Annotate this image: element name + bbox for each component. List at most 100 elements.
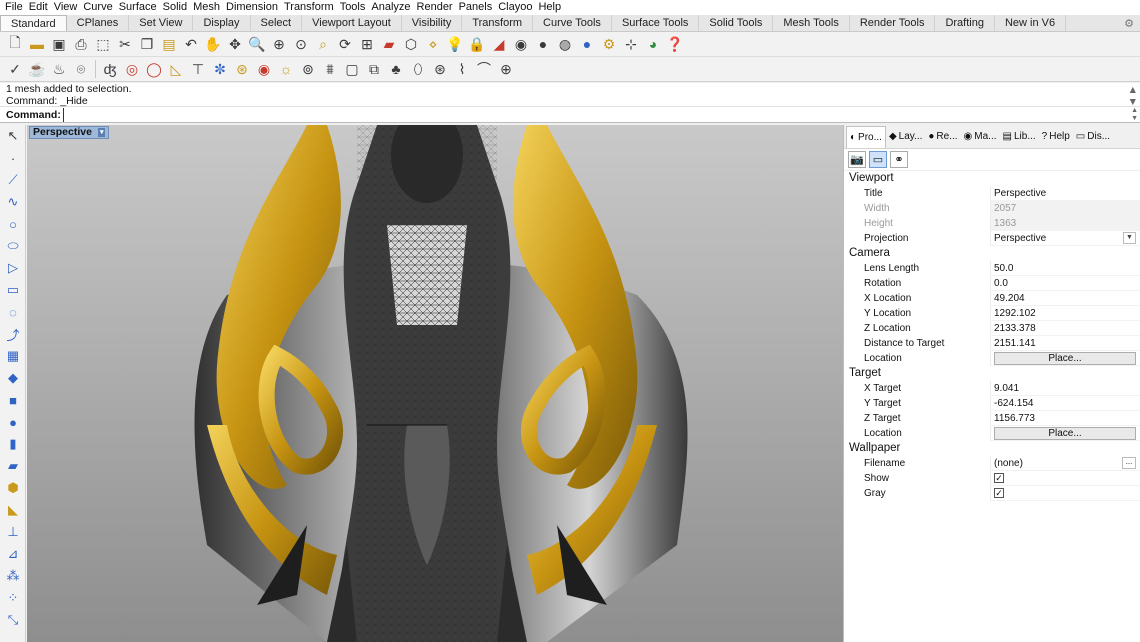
- lens-length-field[interactable]: 50.0: [990, 261, 1140, 276]
- rotate-view-icon[interactable]: ⟳: [334, 33, 356, 55]
- import-icon[interactable]: ⬚: [92, 33, 114, 55]
- history-scroll-up-icon[interactable]: ▲: [1128, 84, 1138, 96]
- tab-render-tools[interactable]: Render Tools: [850, 15, 936, 31]
- show-checkbox[interactable]: ✓: [994, 473, 1004, 483]
- tab-help[interactable]: ? Help: [1039, 131, 1073, 142]
- tab-materials[interactable]: ◉ Ma...: [961, 131, 1000, 142]
- viewport-title-tab[interactable]: Perspective ▾: [29, 126, 110, 139]
- polygon-icon[interactable]: ▷: [1, 257, 25, 279]
- tab-select[interactable]: Select: [251, 15, 303, 31]
- circle-icon[interactable]: ○: [1, 213, 25, 235]
- save-icon[interactable]: ▣: [48, 33, 70, 55]
- box-icon[interactable]: ▢: [341, 58, 363, 80]
- cut-icon[interactable]: ✂: [114, 33, 136, 55]
- layer-color-icon[interactable]: ◢: [488, 33, 510, 55]
- zoom-icon[interactable]: 🔍: [246, 33, 268, 55]
- tab-transform[interactable]: Transform: [462, 15, 534, 31]
- pipe-icon[interactable]: ⊚: [297, 58, 319, 80]
- zoom-selected-icon[interactable]: ⌕: [312, 33, 334, 55]
- gear-icon[interactable]: ⚙: [1124, 17, 1134, 30]
- menu-surface[interactable]: Surface: [116, 0, 160, 15]
- surface-icon[interactable]: ▦: [1, 345, 25, 367]
- cylinder-solid-icon[interactable]: ▮: [1, 433, 25, 455]
- pan-hand-icon[interactable]: ✋: [202, 33, 224, 55]
- car-icon[interactable]: ▰: [378, 33, 400, 55]
- plant-icon[interactable]: ♣: [385, 58, 407, 80]
- move-view-icon[interactable]: ✥: [224, 33, 246, 55]
- point-icon[interactable]: ·: [1, 147, 25, 169]
- command-scroll-up-icon[interactable]: ▲: [1131, 107, 1138, 115]
- select-icon[interactable]: ⬡: [400, 33, 422, 55]
- chrome-sphere-icon[interactable]: ◍: [554, 33, 576, 55]
- target-ring-icon[interactable]: ◉: [253, 58, 275, 80]
- sun-icon[interactable]: ☼: [275, 58, 297, 80]
- viewport-rect-icon[interactable]: ▭: [869, 151, 887, 168]
- new-file-icon[interactable]: 🗋: [4, 33, 26, 55]
- command-scroll-down-icon[interactable]: ▼: [1131, 115, 1138, 123]
- menu-tools[interactable]: Tools: [337, 0, 369, 15]
- filename-field[interactable]: (none)...: [990, 456, 1140, 471]
- menu-help[interactable]: Help: [535, 0, 564, 15]
- blue-sphere-icon[interactable]: ●: [576, 33, 598, 55]
- object-properties-icon[interactable]: ⚭: [890, 151, 908, 168]
- group-icon[interactable]: ⁂: [1, 565, 25, 587]
- strands-icon[interactable]: ⌇: [451, 58, 473, 80]
- curve-fillet-icon[interactable]: ⤴: [1, 323, 25, 345]
- x-location-field[interactable]: 49.204: [990, 291, 1140, 306]
- arc-tool-icon[interactable]: ◌: [1, 301, 25, 323]
- y-location-field[interactable]: 1292.102: [990, 306, 1140, 321]
- box-solid-icon[interactable]: ■: [1, 389, 25, 411]
- copy-icon[interactable]: ❐: [136, 33, 158, 55]
- gray-checkbox[interactable]: ✓: [994, 488, 1004, 498]
- teapot-icon[interactable]: ☕: [26, 58, 48, 80]
- ring-icon[interactable]: ◎: [121, 58, 143, 80]
- z-location-field[interactable]: 2133.378: [990, 321, 1140, 336]
- camera-place-button[interactable]: Place...: [994, 352, 1136, 365]
- color-wheel-icon[interactable]: ◉: [510, 33, 532, 55]
- chevron-down-icon[interactable]: ▼: [1123, 232, 1136, 244]
- print-icon[interactable]: ⎙: [70, 33, 92, 55]
- tab-mesh-tools[interactable]: Mesh Tools: [773, 15, 850, 31]
- menu-curve[interactable]: Curve: [80, 0, 115, 15]
- mesh-check-icon[interactable]: ⌾: [70, 58, 92, 80]
- fillet-edge-icon[interactable]: ◣: [1, 499, 25, 521]
- triangle-ruler-icon[interactable]: ◺: [165, 58, 187, 80]
- x-target-field[interactable]: 9.041: [990, 381, 1140, 396]
- mesh-plane-icon[interactable]: ▰: [1, 455, 25, 477]
- array-icon[interactable]: ⁘: [1, 587, 25, 609]
- snowflake-icon[interactable]: ✼: [209, 58, 231, 80]
- grid-options-icon[interactable]: ⊹: [620, 33, 642, 55]
- extrude-icon[interactable]: ◆: [1, 367, 25, 389]
- tab-display-panel[interactable]: ▭ Dis...: [1073, 131, 1113, 142]
- tab-display[interactable]: Display: [193, 15, 251, 31]
- tab-set-view[interactable]: Set View: [129, 15, 194, 31]
- globe-icon[interactable]: ◕: [642, 33, 664, 55]
- open-folder-icon[interactable]: ▬: [26, 33, 48, 55]
- zoom-extents-icon[interactable]: ⊙: [290, 33, 312, 55]
- menu-mesh[interactable]: Mesh: [190, 0, 223, 15]
- leaf-icon[interactable]: ⬯: [407, 58, 429, 80]
- menu-analyze[interactable]: Analyze: [368, 0, 413, 15]
- menu-file[interactable]: File: [2, 0, 26, 15]
- menu-edit[interactable]: Edit: [26, 0, 51, 15]
- shelf-icon[interactable]: ⩩: [319, 58, 341, 80]
- polyline-icon[interactable]: ⟋: [1, 169, 25, 191]
- grid-snap-icon[interactable]: ⋄: [422, 33, 444, 55]
- dimension-icon[interactable]: ⊥: [1, 521, 25, 543]
- undo-icon[interactable]: ↶: [180, 33, 202, 55]
- menu-view[interactable]: View: [51, 0, 81, 15]
- curve-icon[interactable]: ∿: [1, 191, 25, 213]
- select-arrow-icon[interactable]: ↖: [1, 125, 25, 147]
- rectangle-icon[interactable]: ▭: [1, 279, 25, 301]
- tab-rendering[interactable]: ● Re...: [925, 131, 960, 142]
- menu-panels[interactable]: Panels: [456, 0, 496, 15]
- tab-properties[interactable]: ◐ Pro...: [846, 125, 886, 148]
- target-place-button[interactable]: Place...: [994, 427, 1136, 440]
- twist-icon[interactable]: ʤ: [99, 58, 121, 80]
- tab-new-in-v6[interactable]: New in V6: [995, 15, 1067, 31]
- menu-transform[interactable]: Transform: [281, 0, 337, 15]
- paste-icon[interactable]: ▤: [158, 33, 180, 55]
- cube-icon[interactable]: ⧉: [363, 58, 385, 80]
- distance-to-target-field[interactable]: 2151.141: [990, 336, 1140, 351]
- browse-button[interactable]: ...: [1122, 457, 1136, 469]
